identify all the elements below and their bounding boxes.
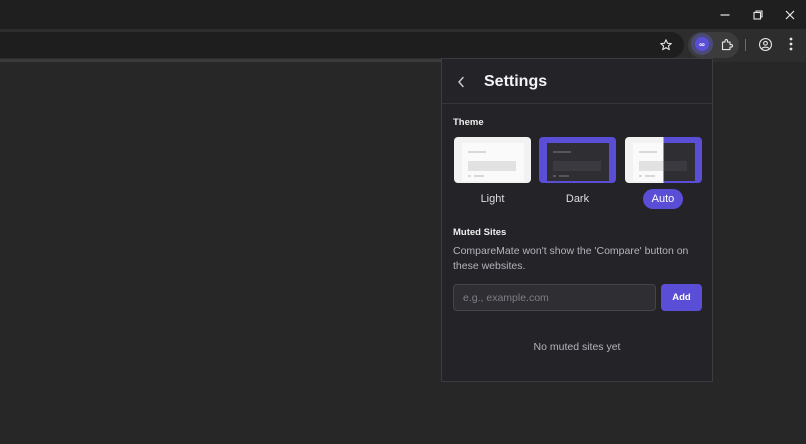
popup-header: Settings (442, 59, 712, 104)
muted-sites-empty-state: No muted sites yet (533, 341, 621, 353)
settings-popup: Settings Theme Light Dark Auto Muted Sit… (441, 58, 713, 382)
page-loading-line (0, 59, 441, 62)
theme-option-auto[interactable] (625, 137, 702, 183)
page-title: Settings (484, 73, 548, 90)
comparemate-extension-button[interactable]: ∞ (691, 33, 713, 55)
theme-option-dark[interactable] (539, 137, 616, 183)
minimize-icon[interactable] (708, 0, 741, 29)
comparemate-logo-icon: ∞ (695, 37, 709, 51)
chevron-left-icon[interactable] (452, 72, 470, 92)
close-icon[interactable] (773, 0, 806, 29)
toolbar-divider (745, 39, 746, 51)
profile-icon[interactable] (754, 33, 776, 55)
theme-option-auto-label[interactable]: Auto (643, 189, 683, 209)
muted-sites-label: Muted Sites (453, 227, 507, 238)
star-icon[interactable] (654, 33, 678, 57)
theme-option-light-label[interactable]: Light (454, 189, 531, 209)
puzzle-icon[interactable] (716, 33, 738, 55)
muted-site-input[interactable] (453, 284, 656, 311)
window-title-bar (0, 0, 806, 29)
theme-option-dark-label[interactable]: Dark (539, 189, 616, 209)
theme-label: Theme (453, 117, 484, 128)
add-muted-site-button[interactable]: Add (661, 284, 702, 311)
muted-sites-description: CompareMate won't show the 'Compare' but… (453, 245, 689, 272)
address-bar[interactable] (0, 32, 684, 58)
kebab-menu-icon[interactable] (781, 33, 801, 55)
theme-option-light[interactable] (454, 137, 531, 183)
restore-icon[interactable] (741, 0, 774, 29)
